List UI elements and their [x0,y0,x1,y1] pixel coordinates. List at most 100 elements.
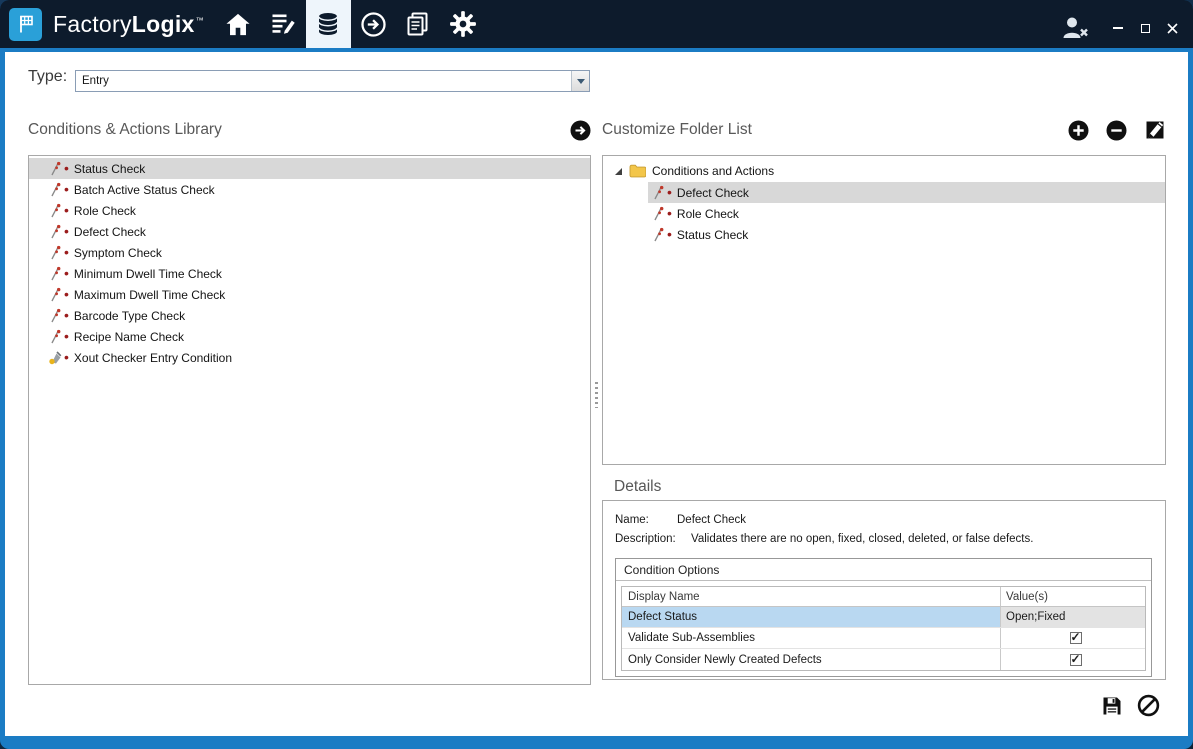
condition-icon [48,245,62,260]
library-item[interactable]: Status Check [29,158,590,179]
cancel-icon [1137,694,1160,717]
dropdown-button[interactable] [571,71,589,91]
close-icon[interactable] [1166,22,1178,34]
bullet-icon [667,207,672,221]
library-item[interactable]: Role Check [29,200,590,221]
main-content: Type: Entry Conditions & Actions Library [5,52,1188,736]
arrow-right-circle-icon [570,120,591,141]
library-item[interactable]: Barcode Type Check [29,305,590,326]
condition-icon [48,182,62,197]
grid-row[interactable]: Only Consider Newly Created Defects [622,649,1145,670]
tree-root-item[interactable]: Conditions and Actions [603,160,1165,182]
library-item-label: Role Check [74,204,136,218]
tree-item[interactable]: Role Check [648,203,1165,224]
condition-options-group: Condition Options Display Name Value(s) … [615,558,1152,677]
nav-documents[interactable] [396,0,441,48]
expander-icon[interactable] [615,168,622,175]
cancel-button[interactable] [1137,694,1160,717]
column-header-values[interactable]: Value(s) [1000,587,1145,606]
folder-icon [629,164,646,178]
condition-options-title: Condition Options [616,559,1151,581]
library-item[interactable]: Minimum Dwell Time Check [29,263,590,284]
tree-root-label: Conditions and Actions [652,164,774,178]
library-item[interactable]: Xout Checker Entry Condition [29,347,590,368]
assign-to-folder-button[interactable] [570,120,591,141]
settings-icon [449,10,477,38]
panel-splitter[interactable] [595,382,598,408]
edit-icon [1144,119,1166,141]
documents-icon [405,11,431,37]
library-item[interactable]: Symptom Check [29,242,590,263]
nav-home[interactable] [216,0,261,48]
maximize-icon[interactable] [1139,22,1151,34]
add-circle-icon [1068,120,1089,141]
library-icon [315,11,341,37]
condition-options-grid: Display Name Value(s) Defect Status Open… [621,586,1146,671]
bullet-icon [64,162,69,176]
library-item[interactable]: Defect Check [29,221,590,242]
details-title: Details [614,478,661,496]
desktop-background: FactoryLogix™ [0,0,1193,749]
condition-icon [651,185,665,200]
main-navigation [216,0,486,48]
library-item[interactable]: Batch Active Status Check [29,179,590,200]
nav-audit[interactable] [261,0,306,48]
option-name-cell[interactable]: Only Consider Newly Created Defects [622,649,1000,670]
bullet-icon [64,183,69,197]
tree-children: Defect Check [603,182,1165,245]
bullet-icon [667,186,672,200]
minimize-icon[interactable] [1112,22,1124,34]
tree-item-label: Status Check [677,228,748,242]
library-item[interactable]: Recipe Name Check [29,326,590,347]
option-value-cell[interactable] [1000,649,1145,670]
nav-settings[interactable] [441,0,486,48]
type-label: Type: [28,68,67,86]
nav-release[interactable] [351,0,396,48]
condition-icon [48,161,62,176]
grid-row[interactable]: Validate Sub-Assemblies [622,628,1145,649]
column-header-display-name[interactable]: Display Name [622,587,1000,606]
checkbox[interactable] [1070,632,1082,644]
bullet-icon [64,288,69,302]
logout-user-button[interactable] [1060,15,1090,40]
checkbox[interactable] [1070,654,1082,666]
option-name-cell[interactable]: Validate Sub-Assemblies [622,628,1000,648]
condition-icon [48,224,62,239]
save-button[interactable] [1102,696,1122,716]
remove-folder-button[interactable] [1106,120,1127,141]
library-panel-title: Conditions & Actions Library [28,121,222,139]
library-item-label: Batch Active Status Check [74,183,215,197]
option-value-cell[interactable] [1000,628,1145,648]
library-item[interactable]: Maximum Dwell Time Check [29,284,590,305]
folder-panel-header: Customize Folder List [602,118,1166,142]
bullet-icon [64,246,69,260]
tree-item[interactable]: Defect Check [648,182,1165,203]
library-item-label: Recipe Name Check [74,330,184,344]
library-item-label: Symptom Check [74,246,162,260]
xout-condition-icon [48,350,62,365]
option-value-cell[interactable]: Open;Fixed [1000,607,1145,627]
trademark-symbol: ™ [196,16,204,25]
condition-icon [48,287,62,302]
name-value: Defect Check [677,514,746,526]
titlebar: FactoryLogix™ [0,0,1193,48]
library-item-label: Maximum Dwell Time Check [74,288,225,302]
window-controls [1112,22,1178,34]
library-item-label: Minimum Dwell Time Check [74,267,222,281]
footer-actions [1102,694,1160,717]
app-title-part1: Factory [53,11,132,37]
add-folder-button[interactable] [1068,120,1089,141]
condition-icon [48,329,62,344]
tree-item[interactable]: Status Check [648,224,1165,245]
nav-library[interactable] [306,0,351,48]
option-value-text: Open;Fixed [1006,611,1065,623]
library-item-label: Barcode Type Check [74,309,185,323]
edit-folder-button[interactable] [1144,119,1166,141]
library-item-label: Xout Checker Entry Condition [74,351,232,365]
option-name-cell[interactable]: Defect Status [622,607,1000,627]
type-dropdown[interactable]: Entry [75,70,590,92]
release-icon [360,11,387,38]
details-panel: Name: Defect Check Description: Validate… [602,500,1166,680]
library-item-label: Defect Check [74,225,146,239]
grid-row[interactable]: Defect Status Open;Fixed [622,607,1145,628]
